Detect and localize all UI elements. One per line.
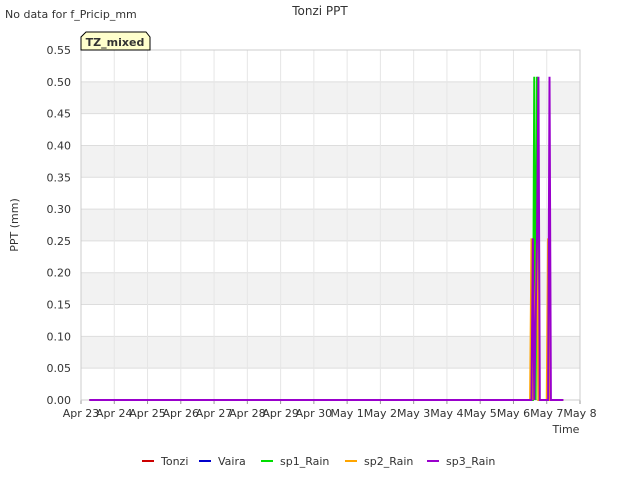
y-tick-label: 0.15 bbox=[47, 299, 72, 312]
legend-label-Vaira: Vaira bbox=[218, 455, 246, 468]
x-axis-label: Time bbox=[552, 423, 580, 436]
y-tick-label: 0.55 bbox=[47, 44, 72, 57]
y-tick-label: 0.20 bbox=[47, 267, 72, 280]
x-tick-label: May 6 bbox=[497, 407, 530, 420]
y-tick-label: 0.45 bbox=[47, 108, 72, 121]
dataset-badge: TZ_mixed bbox=[80, 31, 151, 51]
x-tick-label: Apr 25 bbox=[129, 407, 166, 420]
grid-band bbox=[81, 336, 580, 369]
x-tick-label: Apr 27 bbox=[196, 407, 233, 420]
chart: No data for f_Pricip_mm Tonzi PPT 0.000.… bbox=[5, 4, 597, 468]
no-data-note: No data for f_Pricip_mm bbox=[5, 8, 137, 21]
y-tick-label: 0.40 bbox=[47, 139, 72, 152]
y-tick-label: 0.10 bbox=[47, 330, 72, 343]
legend-label-sp2_Rain: sp2_Rain bbox=[364, 455, 413, 468]
x-tick-label: May 3 bbox=[397, 407, 430, 420]
x-tick-label: May 7 bbox=[530, 407, 563, 420]
x-tick-label: Apr 24 bbox=[96, 407, 133, 420]
series-line-sp2_Rain bbox=[89, 238, 564, 401]
grid-band bbox=[81, 209, 580, 241]
legend-label-sp1_Rain: sp1_Rain bbox=[280, 455, 329, 468]
chart-title: Tonzi PPT bbox=[291, 4, 348, 18]
y-tick-label: 0.00 bbox=[47, 394, 72, 407]
x-tick-label: Apr 28 bbox=[229, 407, 266, 420]
legend-label-sp3_Rain: sp3_Rain bbox=[446, 455, 495, 468]
x-tick-label: Apr 23 bbox=[63, 407, 100, 420]
y-tick-label: 0.35 bbox=[47, 171, 72, 184]
y-tick-label: 0.05 bbox=[47, 362, 72, 375]
x-tick-label: May 1 bbox=[331, 407, 364, 420]
legend: Tonzi Vaira sp1_Rain sp2_Rain sp3_Rain bbox=[142, 455, 495, 468]
x-tick-labels: Apr 23Apr 24Apr 25Apr 26Apr 27Apr 28Apr … bbox=[63, 407, 597, 420]
y-axis-label: PPT (mm) bbox=[8, 198, 21, 252]
x-tick-label: Apr 29 bbox=[262, 407, 299, 420]
grid-band bbox=[81, 272, 580, 305]
x-tick-label: Apr 26 bbox=[163, 407, 200, 420]
x-tick-label: May 5 bbox=[464, 407, 497, 420]
plot-bands bbox=[81, 81, 580, 369]
legend-label-Tonzi: Tonzi bbox=[160, 455, 188, 468]
grid-band bbox=[81, 145, 580, 178]
x-tick-label: Apr 30 bbox=[296, 407, 333, 420]
y-tick-label: 0.50 bbox=[47, 76, 72, 89]
y-tick-label: 0.25 bbox=[47, 235, 72, 248]
x-tick-label: May 8 bbox=[563, 407, 596, 420]
y-tick-labels: 0.00 0.05 0.10 0.15 0.20 0.25 0.30 0.35 0.40 0.45… bbox=[47, 44, 72, 407]
y-tick-label: 0.30 bbox=[47, 203, 72, 216]
x-tick-label: May 2 bbox=[364, 407, 397, 420]
x-tick-label: May 4 bbox=[430, 407, 463, 420]
badge-label: TZ_mixed bbox=[86, 36, 145, 49]
grid-band bbox=[81, 81, 580, 114]
